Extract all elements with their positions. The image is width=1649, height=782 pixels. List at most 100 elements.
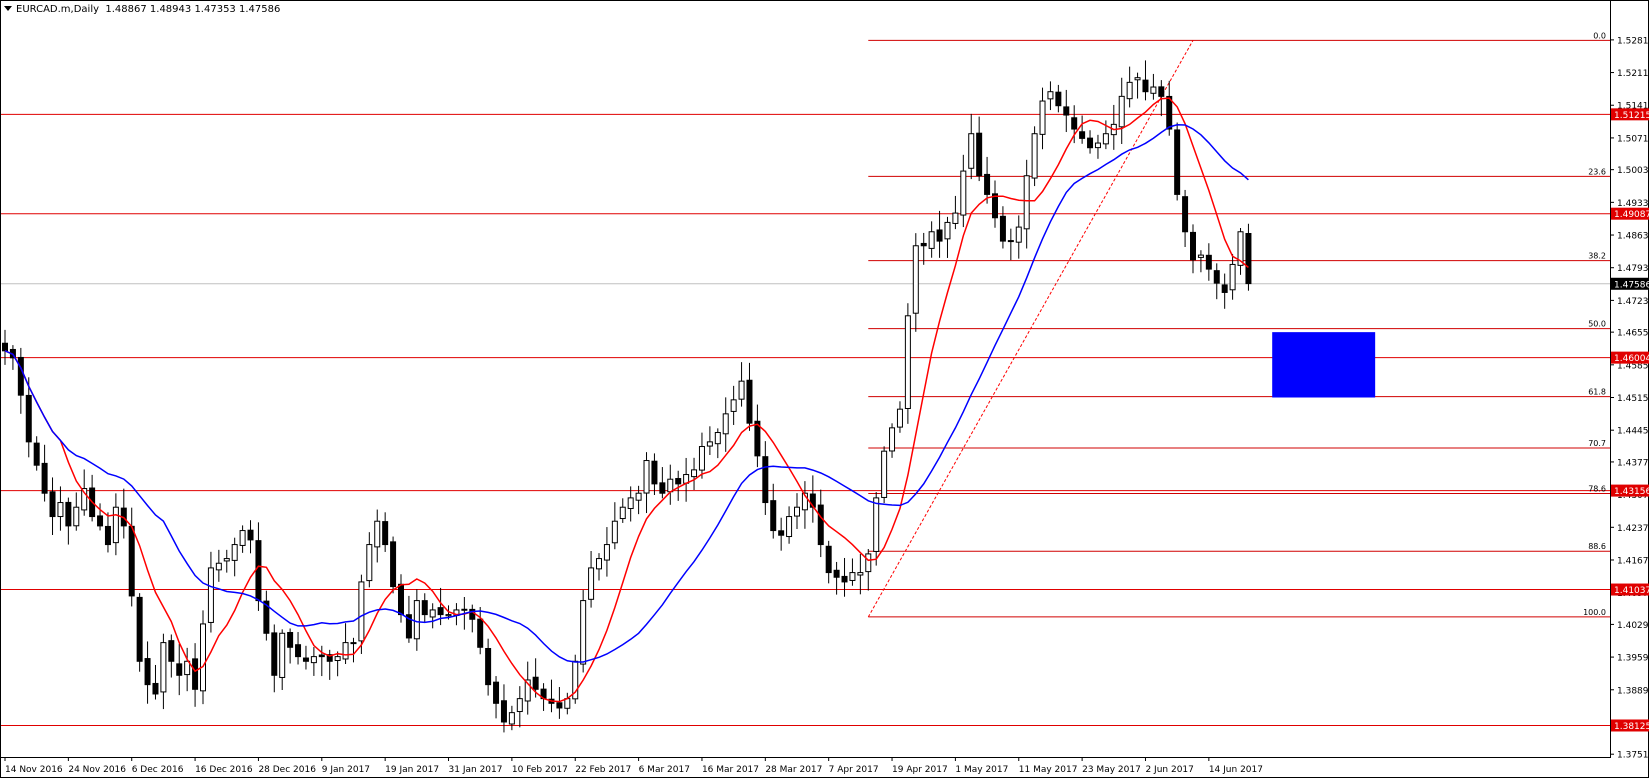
bullish-candle xyxy=(698,446,705,471)
bearish-candle xyxy=(128,525,135,597)
moving-average-line xyxy=(4,97,1249,703)
bullish-candle xyxy=(928,231,935,249)
price-chart[interactable]: EURCAD.m,Daily 1.48867 1.48943 1.47353 1… xyxy=(0,0,1649,778)
price-tick-label: 1.50710 xyxy=(1617,134,1649,144)
bearish-candle xyxy=(841,575,848,583)
fibonacci-level-label: 78.6 xyxy=(1588,485,1606,494)
price-tick-label: 1.42370 xyxy=(1617,524,1649,534)
bullish-candle xyxy=(849,572,856,581)
time-tick-label: 14 Nov 2016 xyxy=(5,765,63,775)
bullish-candle xyxy=(857,572,864,576)
bearish-candle xyxy=(1063,106,1070,116)
fibonacci-level-label: 0.0 xyxy=(1593,31,1606,40)
bearish-candle xyxy=(477,618,484,648)
bearish-candle xyxy=(1087,137,1094,149)
bullish-candle xyxy=(1031,133,1038,179)
bullish-candle xyxy=(627,497,634,510)
bearish-candle xyxy=(833,569,840,578)
bullish-candle xyxy=(1015,226,1022,243)
dropdown-triangle-icon[interactable] xyxy=(4,6,12,11)
price-tick-label: 1.48630 xyxy=(1617,232,1649,242)
bearish-candle xyxy=(382,521,389,546)
fibonacci-level-label: 88.6 xyxy=(1588,542,1606,551)
bearish-candle xyxy=(659,482,666,494)
time-tick-label: 23 May 2017 xyxy=(1082,765,1141,775)
price-level-label: 1.38125 xyxy=(1614,722,1649,732)
chart-frame xyxy=(0,0,1649,778)
price-tick-label: 1.43770 xyxy=(1617,458,1649,468)
price-tick-label: 1.50030 xyxy=(1617,166,1649,176)
bearish-candle xyxy=(999,215,1006,242)
bullish-candle xyxy=(912,245,919,314)
bullish-candle xyxy=(429,609,436,618)
bullish-candle xyxy=(366,544,373,582)
price-tick-label: 1.37510 xyxy=(1617,751,1649,761)
bearish-candle xyxy=(287,631,294,648)
bearish-candle xyxy=(825,545,832,574)
bullish-candle xyxy=(1150,86,1157,94)
bullish-candle xyxy=(706,441,713,447)
price-tick-label: 1.41670 xyxy=(1617,556,1649,566)
bearish-candle xyxy=(25,394,32,443)
bullish-candle xyxy=(960,170,967,216)
bullish-candle xyxy=(1039,100,1046,135)
time-tick-label: 2 Jun 2017 xyxy=(1145,765,1193,775)
bullish-candle xyxy=(564,698,571,709)
bullish-candle xyxy=(57,502,64,518)
price-tick-label: 1.52110 xyxy=(1617,69,1649,79)
bullish-candle xyxy=(794,506,800,517)
price-level-label: 1.49087 xyxy=(1614,210,1649,220)
bullish-candle xyxy=(160,642,167,693)
bullish-candle xyxy=(889,427,896,452)
bullish-candle xyxy=(603,544,610,561)
bullish-candle xyxy=(445,614,452,617)
bearish-candle xyxy=(1205,254,1212,270)
fibonacci-level-label: 38.2 xyxy=(1588,252,1606,261)
bullish-candle xyxy=(374,520,381,548)
time-tick-label: 16 Mar 2017 xyxy=(702,765,759,775)
bearish-candle xyxy=(437,607,444,616)
bullish-candle xyxy=(635,492,642,501)
bearish-candle xyxy=(1174,129,1181,195)
bearish-candle xyxy=(33,442,40,466)
bearish-candle xyxy=(1182,196,1189,233)
bullish-candle xyxy=(350,642,357,645)
fibonacci-level-label: 100.0 xyxy=(1583,608,1606,617)
bullish-candle xyxy=(873,497,880,552)
bearish-candle xyxy=(302,657,309,662)
bullish-candle xyxy=(413,600,420,640)
price-level-label: 1.51215 xyxy=(1614,111,1649,121)
bearish-candle xyxy=(136,596,143,662)
bearish-candle xyxy=(97,515,104,527)
chart-svg[interactable]: 1.528101.521101.514101.507101.500301.493… xyxy=(0,0,1649,778)
bullish-candle xyxy=(1134,77,1141,81)
bearish-candle xyxy=(1190,231,1196,261)
bearish-candle xyxy=(390,541,397,588)
bullish-candle xyxy=(334,656,341,662)
time-tick-label: 14 Jun 2017 xyxy=(1209,765,1263,775)
fibonacci-level-label: 61.8 xyxy=(1588,388,1606,397)
time-tick-label: 31 Jan 2017 xyxy=(449,765,503,775)
price-level-label: 1.41037 xyxy=(1614,586,1649,596)
bullish-candle xyxy=(952,212,959,224)
bearish-candle xyxy=(770,500,777,532)
bullish-candle xyxy=(611,520,618,544)
bullish-candle xyxy=(881,450,888,498)
bearish-candle xyxy=(493,681,500,704)
bearish-candle xyxy=(152,682,159,695)
price-tick-label: 1.39590 xyxy=(1617,654,1649,664)
bullish-candle xyxy=(643,460,650,494)
bearish-candle xyxy=(1007,240,1014,243)
fibonacci-level-label: 50.0 xyxy=(1588,320,1606,329)
bullish-candle xyxy=(342,642,349,660)
time-tick-label: 6 Mar 2017 xyxy=(639,765,690,775)
bearish-candle xyxy=(1079,131,1086,139)
bearish-candle xyxy=(992,193,998,219)
bullish-candle xyxy=(279,632,286,678)
bearish-candle xyxy=(984,173,991,195)
bearish-candle xyxy=(192,658,199,690)
price-tick-label: 1.49330 xyxy=(1617,199,1649,209)
price-tick-label: 1.45150 xyxy=(1617,394,1649,404)
bearish-candle xyxy=(920,242,927,247)
bullish-candle xyxy=(896,408,903,428)
